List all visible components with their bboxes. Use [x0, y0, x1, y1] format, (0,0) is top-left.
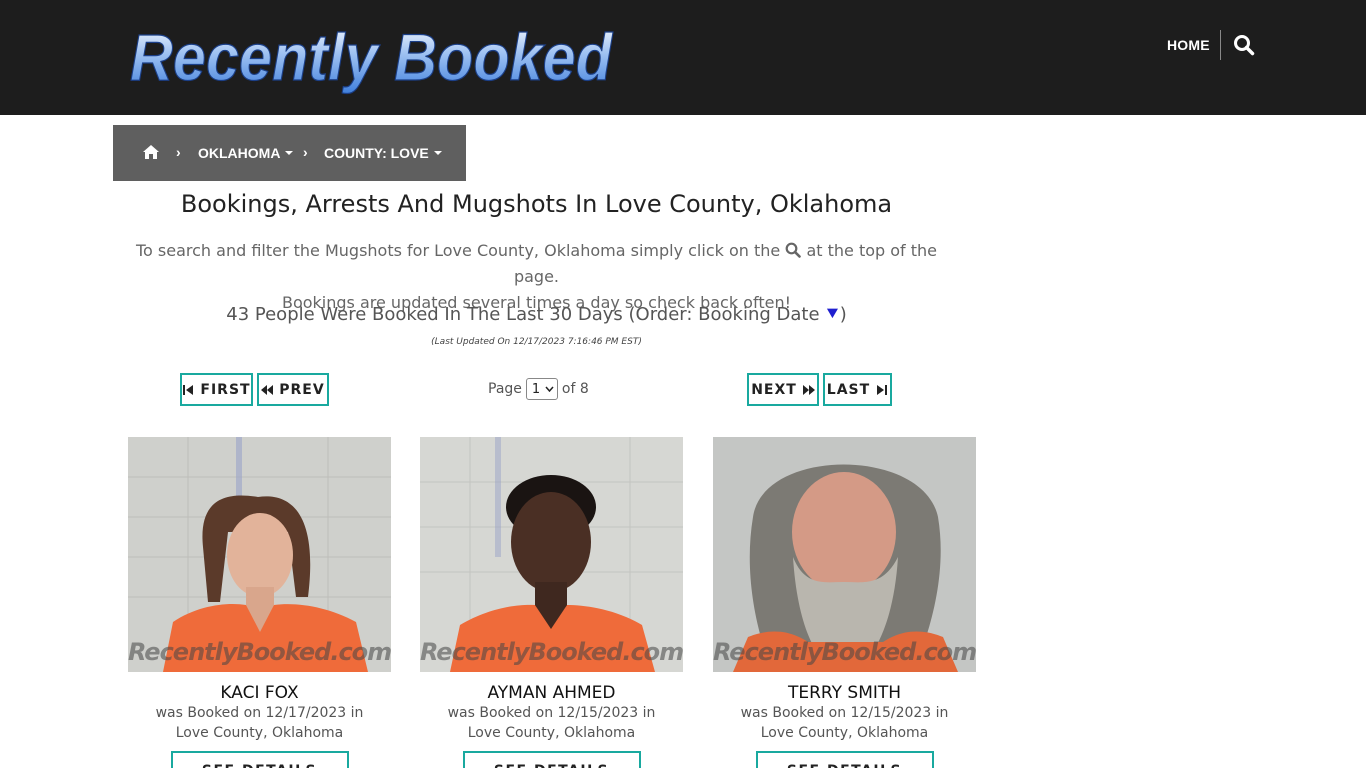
nav-divider	[1220, 30, 1221, 60]
home-icon[interactable]	[142, 144, 160, 160]
chevron-right-icon: ›	[303, 144, 308, 160]
mugshot-image	[128, 437, 391, 672]
person-name[interactable]: AYMAN AHMED	[420, 683, 683, 703]
fast-backward-icon	[261, 384, 274, 395]
booking-location-text: Love County, Oklahoma	[175, 725, 344, 741]
step-backward-icon	[183, 384, 194, 395]
mugshot-photo[interactable]: RecentlyBooked.com	[713, 437, 976, 672]
booking-date-text: was Booked on 12/17/2023 in	[155, 705, 364, 721]
last-updated: (Last Updated On 12/17/2023 7:16:46 PM E…	[431, 337, 642, 347]
mugshot-image	[713, 437, 976, 672]
booking-card: RecentlyBooked.com KACI FOX was Booked o…	[128, 437, 391, 768]
page-select[interactable]: 1	[525, 378, 558, 400]
chevron-right-icon: ›	[176, 144, 181, 160]
search-icon	[785, 242, 802, 258]
double-chevron-down-icon[interactable]: ⯆	[825, 304, 839, 325]
next-page-button[interactable]: NEXT	[747, 373, 819, 406]
caret-down-icon	[433, 151, 442, 156]
prev-page-button[interactable]: PREV	[257, 373, 329, 406]
last-page-button[interactable]: LAST	[823, 373, 892, 406]
breadcrumb-county[interactable]: COUNTY: LOVE	[324, 145, 442, 161]
person-name[interactable]: KACI FOX	[128, 683, 391, 703]
breadcrumb: › OKLAHOMA › COUNTY: LOVE	[113, 125, 466, 181]
caret-down-icon	[285, 151, 294, 156]
booking-location-text: Love County, Oklahoma	[467, 725, 636, 741]
fast-forward-icon	[802, 384, 815, 395]
page-title: Bookings, Arrests And Mugshots In Love C…	[180, 190, 893, 218]
mugshot-photo[interactable]: RecentlyBooked.com	[128, 437, 391, 672]
watermark: RecentlyBooked.com	[128, 638, 391, 666]
see-details-button[interactable]: SEE DETAILS	[170, 751, 349, 768]
page-of-label: of 8	[561, 381, 589, 397]
search-icon[interactable]	[1233, 34, 1255, 56]
site-header: Recently Booked HOME	[0, 0, 1366, 115]
mugshot-image	[420, 437, 683, 672]
nav-home-link[interactable]: HOME	[1167, 37, 1210, 53]
page-label: Page	[488, 381, 522, 397]
booking-card: RecentlyBooked.com TERRY SMITH was Booke…	[713, 437, 976, 768]
booking-count-text: 43 People Were Booked In The Last 30 Day…	[226, 304, 820, 325]
see-details-button[interactable]: SEE DETAILS	[462, 751, 641, 768]
intro-before: To search and filter the Mugshots for Lo…	[135, 241, 781, 260]
page-indicator: Page 1 of 8	[488, 378, 589, 400]
first-page-button[interactable]: FIRST	[180, 373, 253, 406]
breadcrumb-state[interactable]: OKLAHOMA	[198, 145, 294, 161]
person-name[interactable]: TERRY SMITH	[713, 683, 976, 703]
see-details-button[interactable]: SEE DETAILS	[755, 751, 934, 768]
chevron-down-icon	[545, 386, 554, 392]
booking-location-text: Love County, Oklahoma	[760, 725, 929, 741]
booking-date-text: was Booked on 12/15/2023 in	[447, 705, 656, 721]
site-logo-text: Recently Booked	[130, 20, 614, 94]
watermark: RecentlyBooked.com	[713, 638, 976, 666]
mugshot-photo[interactable]: RecentlyBooked.com	[420, 437, 683, 672]
booking-count-close: )	[839, 304, 847, 325]
booking-date-text: was Booked on 12/15/2023 in	[740, 705, 949, 721]
booking-count: 43 People Were Booked In The Last 30 Day…	[113, 304, 960, 325]
watermark: RecentlyBooked.com	[420, 638, 683, 666]
step-forward-icon	[877, 384, 888, 395]
site-logo[interactable]: Recently Booked	[126, 18, 618, 94]
booking-card: RecentlyBooked.com AYMAN AHMED was Booke…	[420, 437, 683, 768]
